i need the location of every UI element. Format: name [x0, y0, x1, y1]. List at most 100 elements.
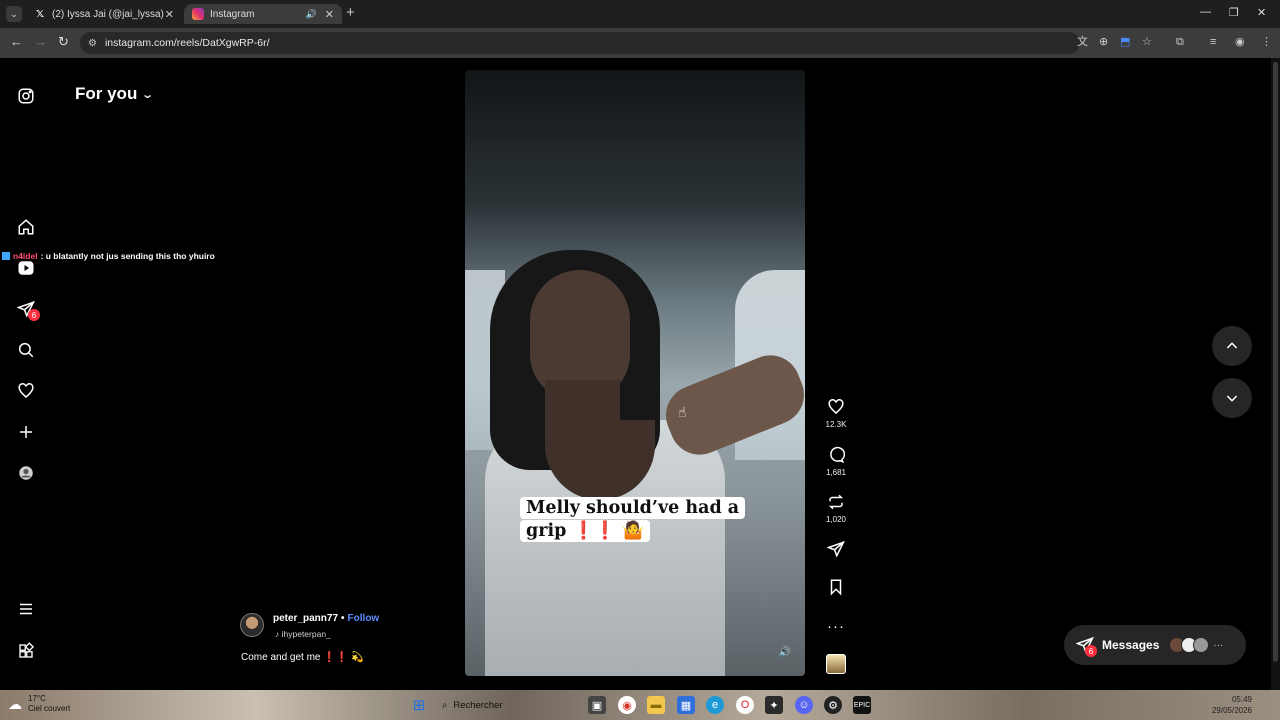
cloud-icon: ☁ [8, 695, 22, 712]
discord-icon[interactable]: ☺ [795, 696, 813, 714]
profile-icon[interactable]: ◉ [1235, 35, 1245, 49]
chrome-icon[interactable]: ◉ [618, 696, 636, 714]
media-control-icon[interactable]: ≡ [1210, 35, 1216, 49]
back-icon[interactable]: ← [10, 34, 23, 50]
reels-icon[interactable] [16, 258, 36, 278]
instagram-icon [192, 8, 204, 20]
video-caption-line2: grip [526, 521, 567, 541]
apps-grid-icon[interactable] [16, 641, 36, 661]
post-caption: Come and get me ❗❗ 💫 [241, 652, 363, 663]
video-caption-emojis: ❗❗ [572, 521, 617, 541]
repost-icon [828, 494, 844, 510]
more-avatars-icon: ··· [1213, 639, 1224, 651]
audio-attribution[interactable]: ♪ ihypeterpan_ [275, 629, 331, 639]
address-bar[interactable]: ⚙ instagram.com/reels/DatXgwRP-6r/ [80, 32, 1080, 54]
task-view-icon[interactable]: ▣ [588, 696, 606, 714]
install-app-icon[interactable]: ⬒ [1120, 35, 1130, 49]
video-caption-line1: Melly should’ve had a [526, 498, 740, 518]
chat-overlay: n4idel : u blatantly not jus sending thi… [2, 251, 215, 261]
heart-icon[interactable] [16, 381, 36, 401]
message-avatars [1169, 637, 1210, 653]
profile-avatar-icon[interactable] [16, 463, 36, 483]
shrug-emoji-icon: 🤷 [622, 521, 644, 541]
feed-selector[interactable]: For you ⌄ [75, 84, 154, 104]
next-reel-button[interactable] [1212, 378, 1252, 418]
messages-button[interactable]: 6 Messages ··· [1064, 625, 1246, 665]
search-icon[interactable] [16, 340, 36, 360]
opera-icon[interactable]: O [736, 696, 754, 714]
edge-icon[interactable]: e [706, 696, 724, 714]
audio-thumbnail[interactable] [826, 654, 846, 674]
comment-icon [830, 446, 845, 464]
share-icon [827, 540, 845, 558]
tab-title: Instagram [210, 8, 255, 20]
browser-toolbar: ← → ↻ ⚙ instagram.com/reels/DatXgwRP-6r/… [0, 28, 1280, 58]
scrollbar-thumb[interactable] [1273, 62, 1278, 662]
windows-start-icon[interactable]: ⊞ [410, 696, 428, 714]
poster-username[interactable]: peter_pann77 [273, 613, 338, 624]
volume-icon[interactable]: 🔊 [779, 647, 791, 658]
speaker-icon[interactable]: 🔊 [306, 9, 317, 20]
direct-messages-icon[interactable]: 6 [16, 299, 40, 321]
menu-icon[interactable]: ⋮ [1261, 35, 1272, 49]
temperature: 17°C [28, 694, 46, 703]
app-icon[interactable]: ✦ [765, 696, 783, 714]
taskbar-search[interactable]: ⌕ Rechercher [436, 695, 576, 715]
browser-tab-instagram[interactable]: Instagram 🔊 ✕ [184, 4, 342, 24]
file-explorer-icon[interactable]: ▬ [647, 696, 665, 714]
follow-button[interactable]: Follow [348, 613, 380, 624]
comment-button[interactable]: 1,681 [822, 446, 850, 477]
steam-icon[interactable]: ⚙ [824, 696, 842, 714]
notification-badge: 6 [28, 309, 40, 321]
reload-icon[interactable]: ↻ [58, 34, 69, 50]
weather-widget[interactable]: ☁ 17°C Ciel couvert [8, 694, 70, 714]
taskbar-search-label: Rechercher [453, 699, 503, 711]
taskbar-clock[interactable]: 05:49 29/05/2026 [1212, 694, 1252, 716]
create-plus-icon[interactable] [16, 422, 36, 442]
comment-count: 1,681 [825, 468, 847, 477]
zoom-icon[interactable]: ⊕ [1099, 35, 1108, 49]
browser-tab-x[interactable]: 𝕏 (2) Iyssa Jai (@jai_lyssa) / X ✕ [26, 4, 182, 24]
reel-video[interactable]: Melly should’ve had a grip ❗❗ 🤷 🔊 [465, 70, 805, 676]
minimize-icon[interactable]: — [1200, 6, 1211, 18]
more-dots-icon: ··· [827, 618, 845, 635]
tab-search-button[interactable]: ⌄ [6, 6, 22, 22]
poster-avatar[interactable] [240, 613, 264, 637]
feed-title: For you [75, 84, 138, 103]
instagram-logo-icon[interactable] [16, 86, 36, 106]
messages-badge: 6 [1085, 645, 1097, 657]
chevron-down-icon [1226, 395, 1238, 402]
home-icon[interactable] [16, 217, 36, 237]
site-info-icon[interactable]: ⚙ [88, 38, 97, 49]
post-caption-emojis: ❗❗ [323, 652, 349, 663]
like-button[interactable]: 12.3K [822, 398, 850, 429]
epic-games-icon[interactable]: EPIC [853, 696, 871, 714]
save-button[interactable] [822, 578, 850, 596]
forward-icon[interactable]: → [34, 34, 47, 50]
chevron-up-icon [1226, 342, 1238, 349]
instagram-reels-page: For you ⌄ 6 n4idel : u blatantly not jus… [0, 58, 1280, 690]
extensions-icon[interactable]: ⧉ [1176, 35, 1184, 49]
tab-title: (2) Iyssa Jai (@jai_lyssa) / X [52, 8, 165, 20]
store-icon[interactable]: ▦ [677, 696, 695, 714]
new-tab-button[interactable]: + [346, 5, 355, 21]
previous-reel-button[interactable] [1212, 326, 1252, 366]
restore-icon[interactable]: ❐ [1229, 6, 1239, 19]
close-window-icon[interactable]: ✕ [1257, 6, 1266, 19]
translate-icon[interactable]: 文 [1077, 35, 1088, 49]
page-scrollbar[interactable] [1271, 58, 1280, 690]
dizzy-emoji-icon: 💫 [350, 652, 364, 663]
repost-button[interactable]: 1,020 [822, 493, 850, 524]
poster-info: peter_pann77 • Follow [273, 613, 380, 624]
share-button[interactable] [822, 540, 850, 558]
more-menu-icon[interactable] [16, 599, 36, 619]
close-tab-icon[interactable]: ✕ [165, 8, 174, 21]
more-options-button[interactable]: ··· [822, 618, 850, 636]
avatar [1193, 637, 1210, 653]
mouse-cursor-icon: ☝ [678, 404, 687, 420]
direct-messages-icon: 6 [1075, 636, 1097, 657]
video-caption: Melly should’ve had a grip ❗❗ 🤷 [520, 497, 750, 543]
close-tab-icon[interactable]: ✕ [325, 8, 334, 21]
bookmark-star-icon[interactable]: ☆ [1142, 35, 1152, 49]
post-caption-text: Come and get me [241, 652, 321, 663]
